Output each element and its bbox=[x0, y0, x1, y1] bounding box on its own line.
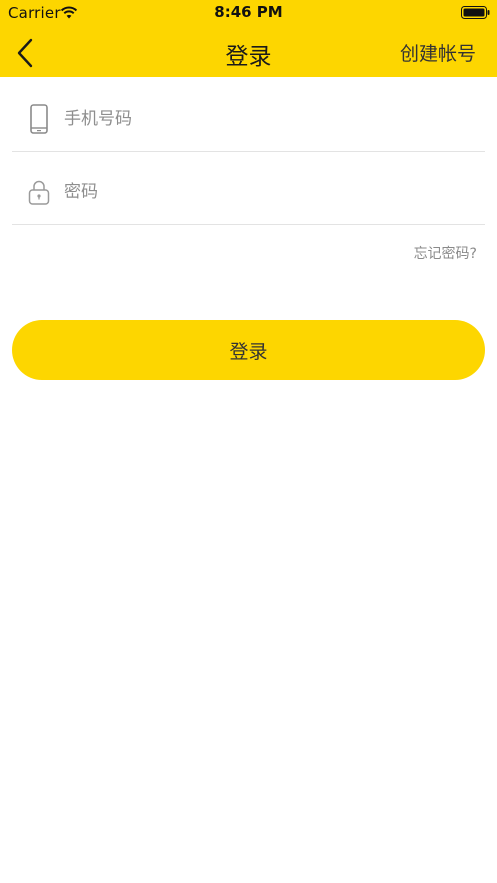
battery-icon bbox=[461, 6, 490, 19]
navigation-bar: 登录 创建帐号 bbox=[0, 26, 497, 77]
top-bar: Carrier 8:46 PM 登录 创建帐号 bbox=[0, 0, 497, 77]
lock-icon bbox=[28, 180, 50, 205]
password-field bbox=[12, 150, 485, 225]
login-button[interactable]: 登录 bbox=[12, 320, 485, 380]
password-input[interactable] bbox=[64, 177, 464, 207]
phone-field bbox=[12, 77, 485, 152]
phone-icon bbox=[30, 104, 48, 134]
phone-input[interactable] bbox=[64, 104, 464, 134]
forgot-password-link[interactable]: 忘记密码? bbox=[414, 243, 477, 263]
status-time: 8:46 PM bbox=[214, 3, 283, 21]
status-bar: Carrier 8:46 PM bbox=[0, 0, 497, 26]
create-account-button[interactable]: 创建帐号 bbox=[400, 39, 476, 66]
